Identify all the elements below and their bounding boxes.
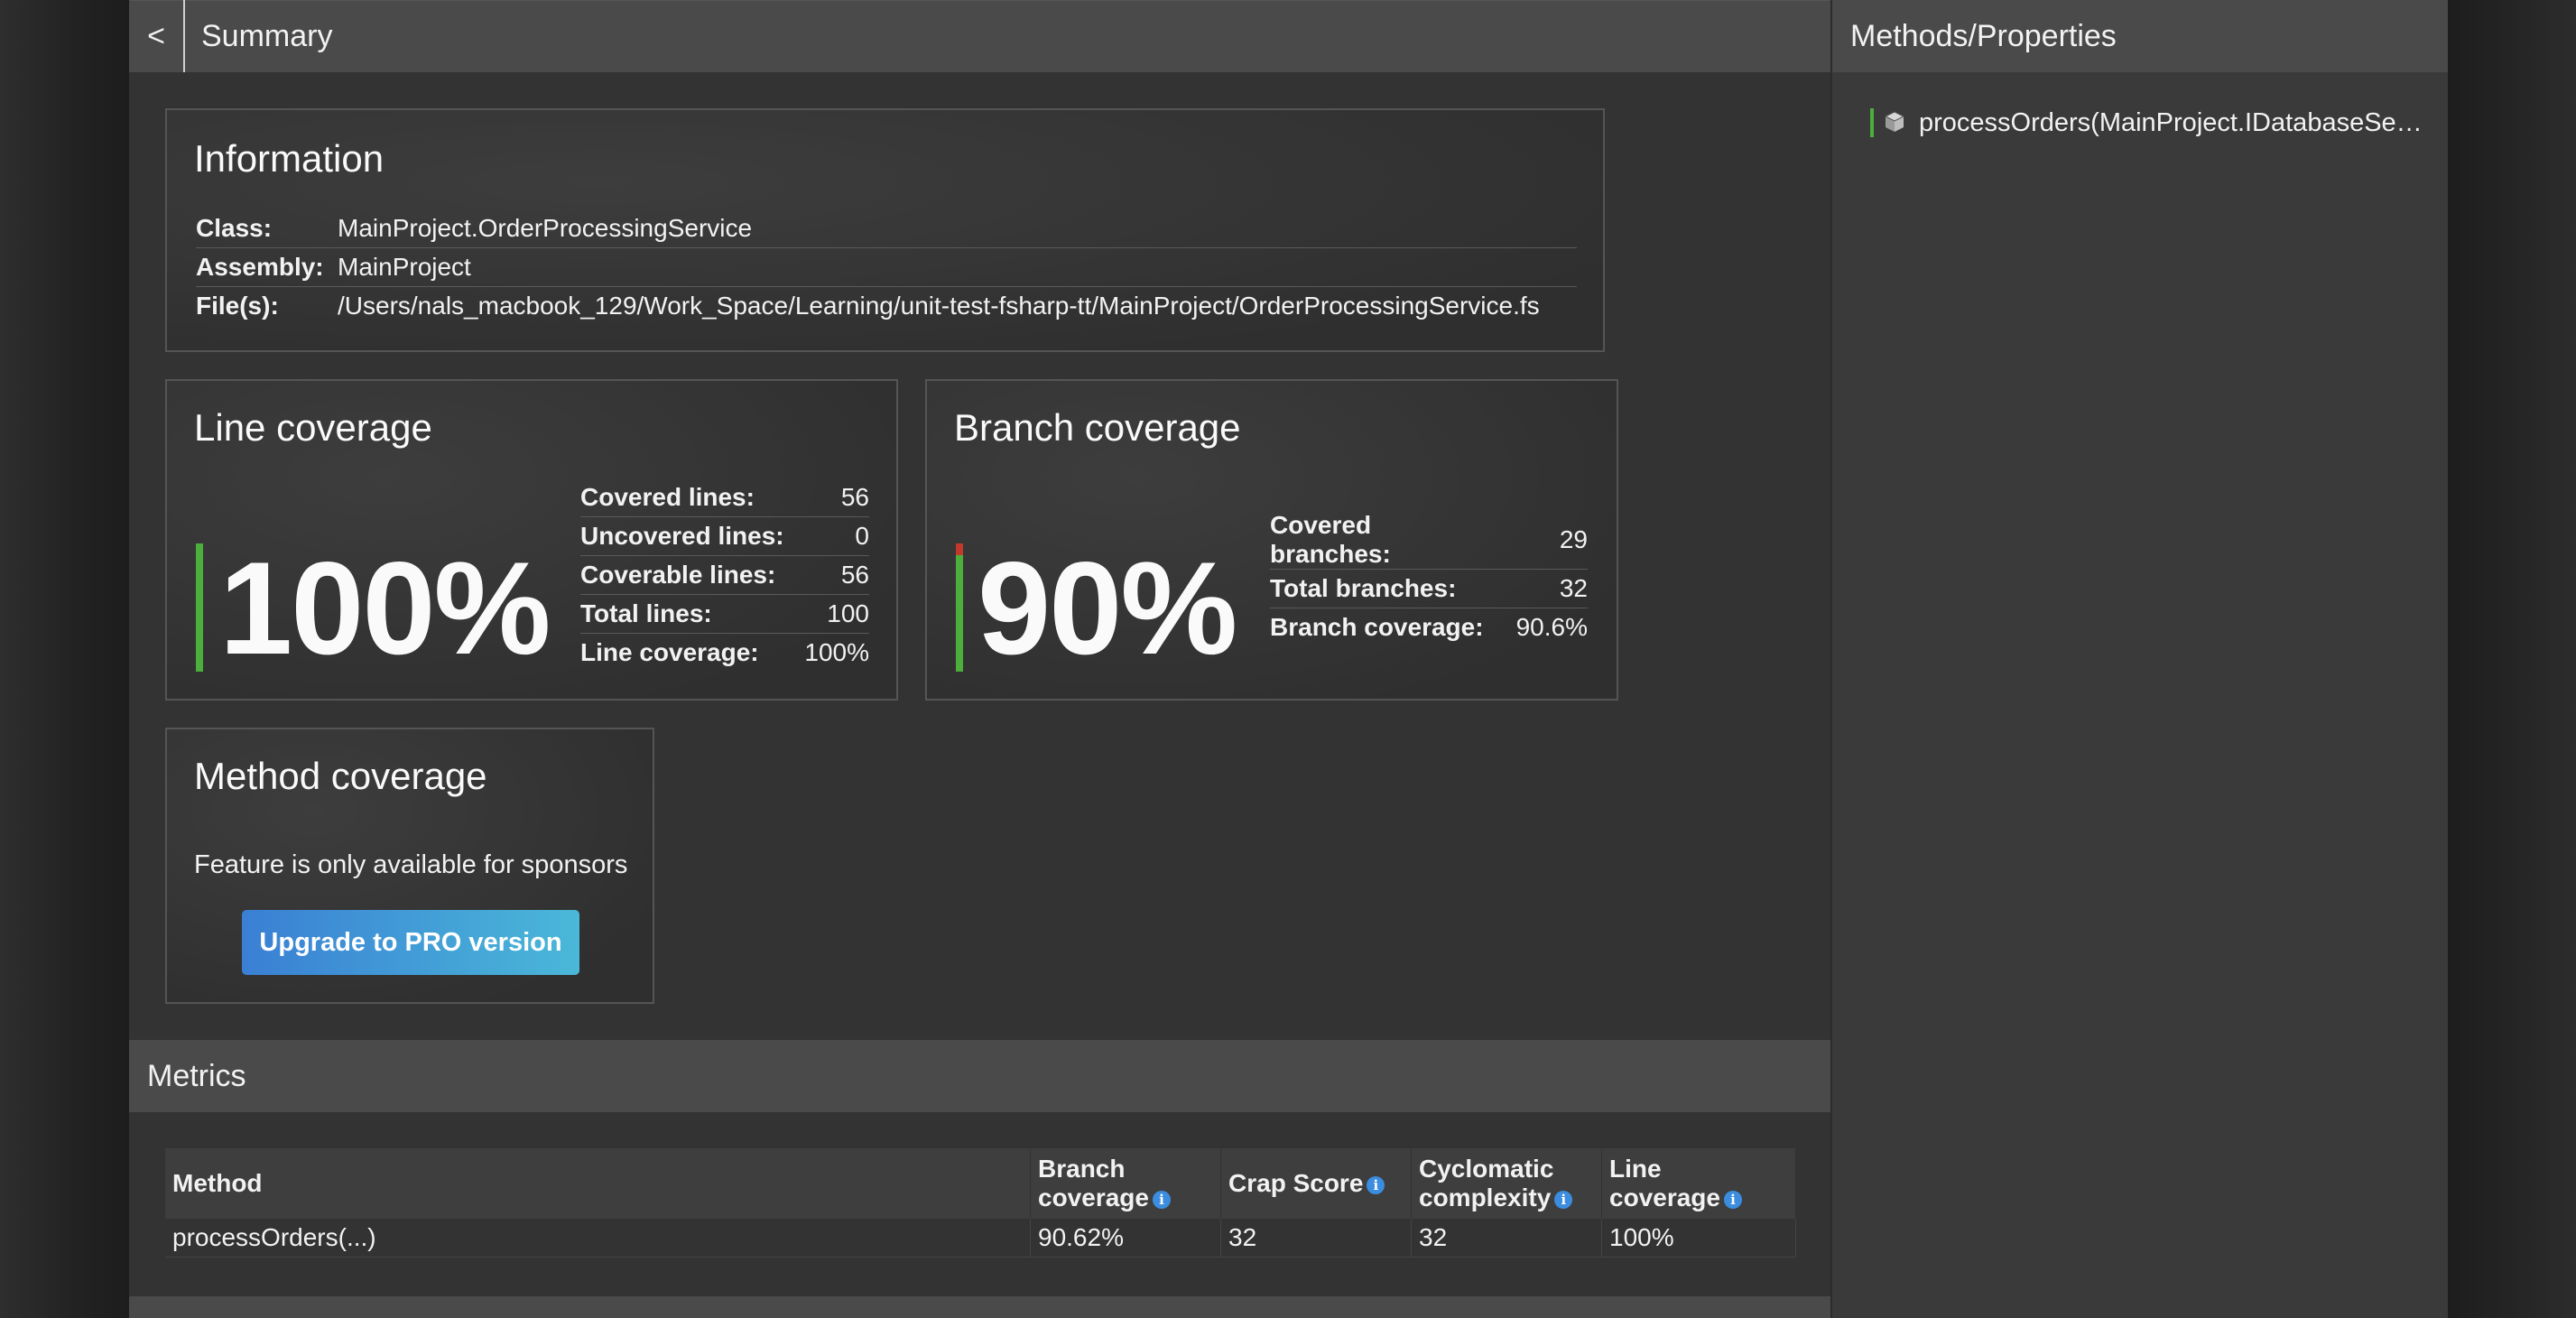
- method-coverage-card: Method coverage Feature is only availabl…: [165, 728, 654, 1004]
- column-header-label: coverage: [1038, 1183, 1149, 1211]
- metrics-header: Metrics: [129, 1040, 1830, 1112]
- info-row-assembly: Assembly: MainProject: [196, 247, 1577, 287]
- info-value: MainProject.OrderProcessingService: [338, 214, 753, 242]
- column-header-branch-coverage[interactable]: Branch coverage i: [1030, 1148, 1221, 1219]
- info-icon[interactable]: i: [1152, 1190, 1171, 1209]
- cube-icon: [1884, 111, 1905, 132]
- metrics-heading: Metrics: [147, 1059, 246, 1093]
- info-icon[interactable]: i: [1723, 1190, 1742, 1209]
- stat-value: 32: [1515, 569, 1588, 608]
- line-coverage-heading: Line coverage: [194, 406, 432, 449]
- methods-sidebar: Methods/Properties processOrders(MainPro…: [1830, 0, 2448, 1318]
- info-icon[interactable]: i: [1554, 1190, 1573, 1209]
- branch-coverage-percentage: 90%: [978, 534, 1237, 682]
- main-content: < Summary Information Class: MainProject…: [129, 0, 1830, 1318]
- stat-value: 100: [803, 594, 869, 634]
- stat-value: 56: [803, 555, 869, 595]
- info-row-files: File(s): /Users/nals_macbook_129/Work_Sp…: [196, 286, 1577, 325]
- line-coverage-stats: Covered lines: 56 Uncovered lines: 0 Cover…: [580, 478, 869, 672]
- column-header-label: Crap Score: [1228, 1169, 1364, 1197]
- column-header-label: Cyclomatic: [1419, 1155, 1554, 1183]
- branch-coverage-card: Branch coverage 90% Covered branches: 29 …: [925, 379, 1618, 701]
- method-coverage-heading: Method coverage: [194, 755, 487, 797]
- table-row: processOrders(...) 90.62% 32 32 100%: [165, 1219, 1796, 1258]
- stat-key: Uncovered lines:: [580, 516, 804, 556]
- sidebar-item-process-orders[interactable]: processOrders(MainProject.IDatabaseServi…: [1870, 107, 2448, 139]
- info-value: /Users/nals_macbook_129/Work_Space/Learn…: [338, 286, 1577, 325]
- stat-key: Covered branches:: [1270, 511, 1391, 568]
- stat-key: Branch coverage:: [1270, 608, 1516, 646]
- column-header-cyclomatic-complexity[interactable]: Cyclomatic complexity i: [1411, 1148, 1602, 1219]
- branch-uncovered-fill: [956, 543, 963, 555]
- info-key: Assembly:: [196, 247, 338, 287]
- summary-header: < Summary: [129, 0, 1830, 72]
- window-background-right: [2446, 0, 2576, 1318]
- method-cell[interactable]: processOrders(...): [165, 1219, 1031, 1258]
- column-header-label: Method: [172, 1169, 263, 1197]
- stat-key: Total lines:: [580, 594, 804, 634]
- metrics-header-row: Method Branch coverage i Crap Score i Cycl…: [165, 1148, 1796, 1219]
- sidebar-header: Methods/Properties: [1832, 0, 2448, 72]
- branch-coverage-cell: 90.62%: [1030, 1219, 1221, 1258]
- branch-coverage-bar: [956, 543, 963, 672]
- upgrade-pro-button[interactable]: Upgrade to PRO version: [242, 910, 579, 975]
- line-coverage-percentage: 100%: [219, 534, 551, 682]
- branch-coverage-stats: Covered branches: 29 Total branches: 32 Br…: [1270, 511, 1588, 646]
- stat-value: 0: [803, 516, 869, 556]
- sidebar-item-label: processOrders(MainProject.IDatabaseServi…: [1919, 108, 2424, 137]
- sidebar-heading: Methods/Properties: [1850, 19, 2117, 53]
- stat-key: Line coverage:: [580, 633, 804, 672]
- bottom-section-header: [129, 1296, 1830, 1318]
- column-header-label: Branch: [1038, 1155, 1126, 1183]
- stat-value: 56: [840, 483, 869, 511]
- cyclomatic-complexity-cell: 32: [1411, 1219, 1602, 1258]
- column-header-crap-score[interactable]: Crap Score i: [1220, 1148, 1412, 1219]
- stat-key: Coverable lines:: [580, 555, 804, 595]
- stat-value: 29: [1559, 525, 1588, 553]
- stat-key: Total branches:: [1270, 569, 1516, 608]
- information-heading: Information: [194, 137, 385, 180]
- metrics-table: Method Branch coverage i Crap Score i Cycl…: [165, 1148, 1796, 1258]
- information-card: Information Class: MainProject.OrderProc…: [165, 108, 1605, 352]
- info-row-class: Class: MainProject.OrderProcessingServic…: [196, 209, 1577, 248]
- column-header-method[interactable]: Method: [165, 1148, 1031, 1219]
- back-button[interactable]: <: [129, 0, 185, 72]
- info-key: Class:: [196, 214, 273, 242]
- sponsor-notice: Feature is only available for sponsors: [194, 850, 628, 879]
- stat-key: Covered lines:: [580, 483, 755, 511]
- column-header-line-coverage[interactable]: Line coverage i: [1601, 1148, 1796, 1219]
- column-header-label: complexity: [1419, 1183, 1552, 1211]
- branch-coverage-heading: Branch coverage: [954, 406, 1241, 449]
- page-title: Summary: [201, 19, 333, 53]
- stat-value: 100%: [803, 633, 869, 672]
- column-header-label: Line: [1609, 1155, 1662, 1183]
- stat-value: 90.6%: [1515, 608, 1588, 646]
- crap-score-cell: 32: [1220, 1219, 1412, 1258]
- line-coverage-cell: 100%: [1601, 1219, 1796, 1258]
- info-value: MainProject: [338, 247, 1577, 287]
- info-icon[interactable]: i: [1367, 1175, 1385, 1194]
- window-background-left: [0, 0, 129, 1318]
- information-table: Class: MainProject.OrderProcessingServic…: [196, 209, 1577, 325]
- line-coverage-card: Line coverage 100% Covered lines: 56 Unco…: [165, 379, 898, 701]
- column-header-label: coverage: [1609, 1183, 1720, 1211]
- info-key: File(s):: [196, 286, 338, 325]
- method-coverage-indicator: [1870, 108, 1874, 137]
- line-coverage-bar: [196, 543, 203, 672]
